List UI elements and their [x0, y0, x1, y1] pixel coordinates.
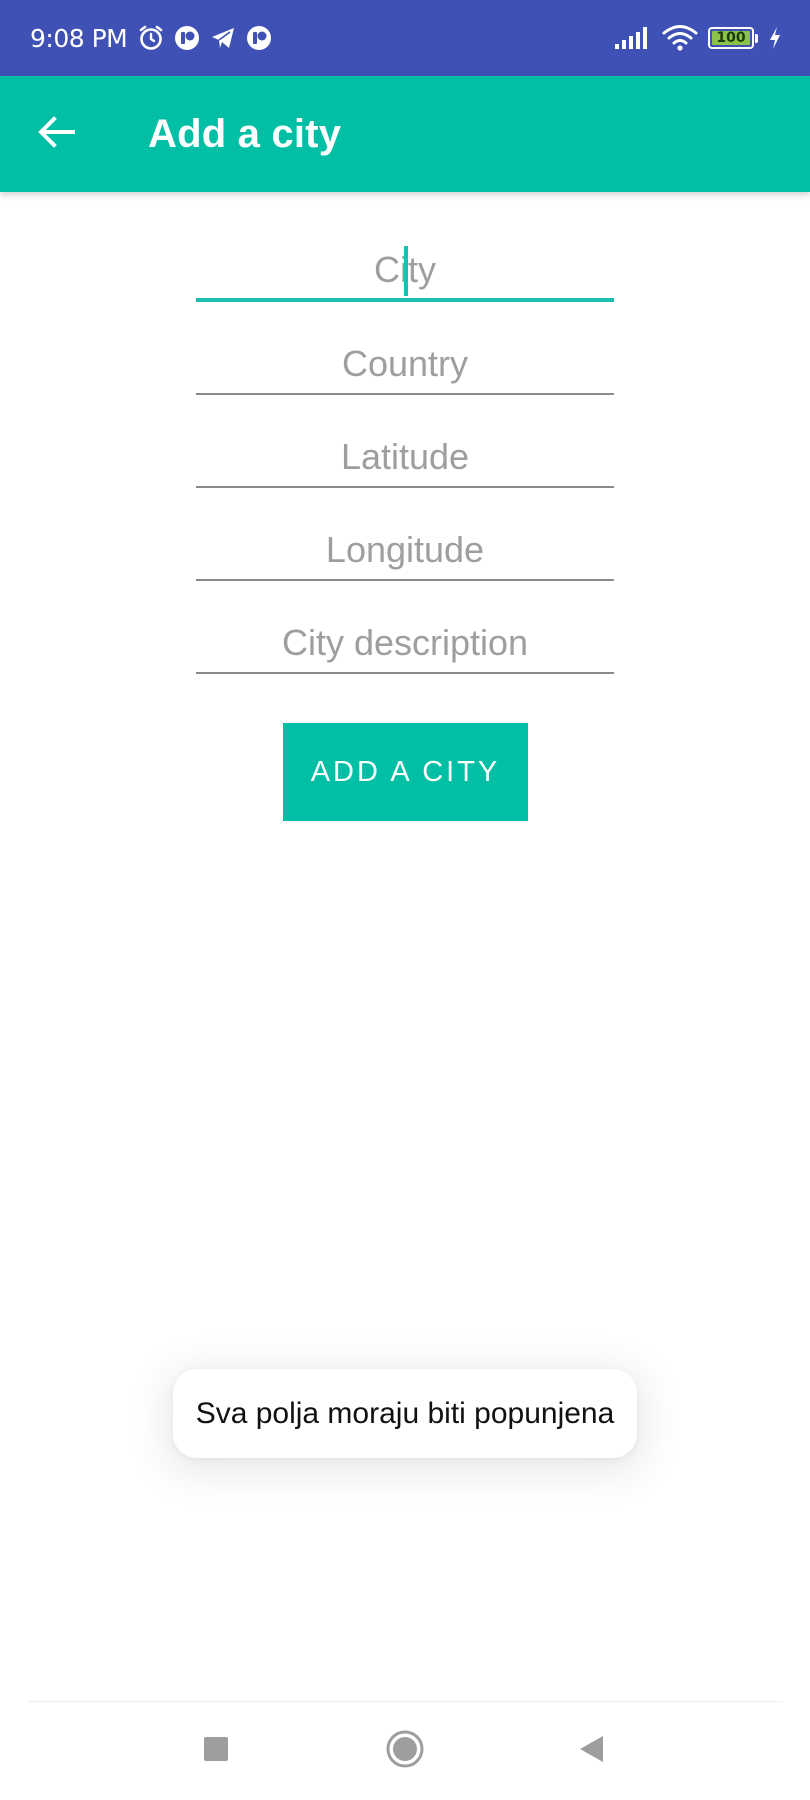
- status-bar: 9:08 PM 100: [0, 0, 810, 76]
- back-triangle-icon: [577, 1734, 605, 1769]
- alarm-icon: [137, 24, 165, 52]
- country-input[interactable]: [196, 333, 614, 393]
- signal-icon: [614, 26, 652, 50]
- status-left: 9:08 PM: [30, 24, 273, 53]
- home-circle-icon: [385, 1729, 425, 1774]
- status-right: 100: [614, 24, 782, 52]
- app-notification-icon: [245, 24, 273, 52]
- recents-square-icon: [202, 1735, 230, 1768]
- city-description-input[interactable]: [196, 612, 614, 672]
- battery-tip: [755, 33, 758, 43]
- text-cursor: [404, 246, 408, 296]
- app-notification-icon: [173, 24, 201, 52]
- wifi-icon: [662, 24, 698, 52]
- telegram-icon: [209, 24, 237, 52]
- longitude-field[interactable]: [196, 519, 614, 581]
- recents-button[interactable]: [176, 1702, 256, 1800]
- navigation-bar: [0, 1702, 810, 1800]
- arrow-back-icon: [37, 115, 75, 154]
- latitude-input[interactable]: [196, 426, 614, 486]
- add-city-button[interactable]: ADD A CITY: [283, 723, 528, 821]
- battery-body: 100: [708, 27, 754, 49]
- app-bar: Add a city: [0, 76, 810, 192]
- back-button[interactable]: [0, 76, 112, 192]
- home-button[interactable]: [365, 1702, 445, 1800]
- city-field[interactable]: [196, 240, 614, 302]
- status-time: 9:08 PM: [30, 23, 128, 53]
- toast-message: Sva polja moraju biti popunjena: [173, 1369, 637, 1458]
- longitude-input[interactable]: [196, 519, 614, 579]
- battery-icon: 100: [708, 27, 758, 49]
- back-nav-button[interactable]: [551, 1702, 631, 1800]
- charging-icon: [768, 26, 782, 50]
- country-field[interactable]: [196, 333, 614, 395]
- latitude-field[interactable]: [196, 426, 614, 488]
- description-field[interactable]: [196, 612, 614, 674]
- battery-level: 100: [716, 30, 746, 46]
- add-city-form: [196, 240, 614, 705]
- page-title: Add a city: [148, 111, 342, 156]
